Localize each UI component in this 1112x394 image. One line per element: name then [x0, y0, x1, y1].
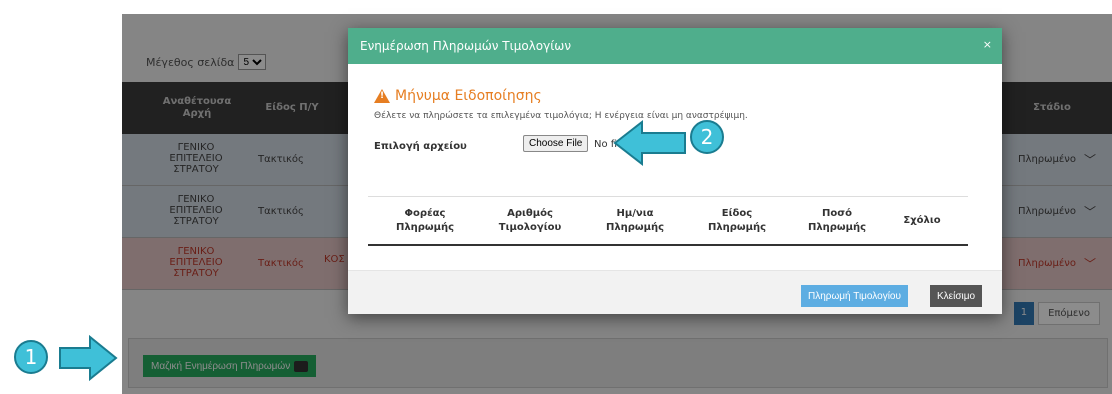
- modal-header: Ενημέρωση Πληρωμών Τιμολογίων ×: [348, 28, 1002, 64]
- close-button[interactable]: Κλείσιμο: [930, 285, 983, 307]
- step-2-marker: 2: [690, 120, 724, 154]
- grid-col-payment-type: Είδος Πληρωμής: [707, 208, 767, 233]
- grid-col-comment: Σχόλιο: [903, 215, 941, 226]
- pay-invoice-button[interactable]: Πληρωμή Τιμολογίου: [801, 285, 908, 307]
- payment-update-modal: Ενημέρωση Πληρωμών Τιμολογίων × Μήνυμα Ε…: [348, 28, 1002, 314]
- modal-footer: Πληρωμή Τιμολογίου Κλείσιμο: [348, 270, 1002, 314]
- grid-col-payment-date: Ημ/νια Πληρωμής: [605, 208, 665, 233]
- grid-col-payer: Φορέας Πληρωμής: [395, 208, 455, 233]
- arrow-left-icon: [613, 119, 686, 167]
- modal-title: Ενημέρωση Πληρωμών Τιμολογίων: [360, 39, 572, 53]
- warning-text: Θέλετε να πληρώσετε τα επιλεγμένα τιμολό…: [374, 111, 748, 121]
- arrow-right-icon: [59, 334, 118, 382]
- warning-icon: [374, 89, 390, 103]
- step-1-marker: 1: [14, 340, 48, 374]
- payments-grid: Φορέας Πληρωμής Αριθμός Τιμολογίου Ημ/νι…: [368, 196, 968, 246]
- warning-title: Μήνυμα Ειδοποίησης: [395, 88, 542, 104]
- screen: Μέγεθος σελίδα 5 Αναθέτουσα Αρχή Είδος Π…: [0, 0, 1112, 394]
- choose-file-button[interactable]: Choose File: [523, 135, 589, 152]
- file-select-label: Επιλογή αρχείου: [374, 141, 467, 152]
- close-icon[interactable]: ×: [983, 38, 992, 51]
- grid-col-invoice-number: Αριθμός Τιμολογίου: [498, 208, 562, 233]
- grid-col-amount: Ποσό Πληρωμής: [807, 208, 867, 233]
- warning-heading: Μήνυμα Ειδοποίησης: [374, 88, 542, 104]
